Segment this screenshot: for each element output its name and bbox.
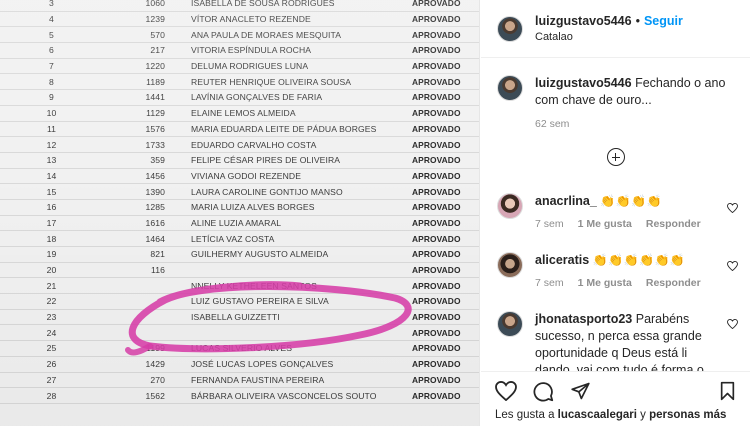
- commenter-avatar[interactable]: [497, 311, 523, 337]
- likes-others-link[interactable]: personas más: [649, 409, 726, 421]
- post-sidebar: luizgustavo5446 • Seguir Catalao luizgus…: [481, 0, 750, 426]
- caption-time[interactable]: 62 sem: [535, 118, 750, 130]
- load-more-comments-plus-icon[interactable]: [607, 148, 625, 166]
- comment-likes[interactable]: 1 Me gusta: [578, 277, 632, 289]
- heart-icon[interactable]: [727, 261, 738, 271]
- comment-username[interactable]: jhonatasporto23: [535, 312, 632, 326]
- comment-item: aliceratis 👏👏👏👏👏👏 7 sem 1 Me gusta Respo…: [497, 252, 742, 289]
- comments-panel: luizgustavo5446 Fechando o ano com chave…: [481, 59, 750, 371]
- comment-username[interactable]: anacrlina_: [535, 194, 597, 208]
- author-avatar[interactable]: [497, 15, 523, 42]
- like-heart-icon[interactable]: [495, 381, 517, 401]
- clapping-hands-emoji: 👏👏👏👏: [600, 194, 663, 208]
- reply-button[interactable]: Responder: [646, 277, 701, 289]
- caption-username[interactable]: luizgustavo5446: [535, 76, 632, 90]
- reply-button[interactable]: Responder: [646, 218, 701, 230]
- comment-likes[interactable]: 1 Me gusta: [578, 218, 632, 230]
- likes-prefix: Les gusta a: [495, 409, 555, 421]
- author-username[interactable]: luizgustavo5446: [535, 14, 632, 28]
- separator-dot: •: [635, 14, 640, 28]
- post-caption: luizgustavo5446 Fechando o ano com chave…: [481, 59, 750, 109]
- post-actions: Les gusta a lucascaalegari y personas má…: [481, 371, 750, 426]
- post-location[interactable]: Catalao: [535, 31, 683, 43]
- clapping-hands-emoji: 👏👏👏👏👏👏: [592, 253, 686, 267]
- comment-username[interactable]: aliceratis: [535, 253, 589, 267]
- caption-avatar[interactable]: [497, 75, 523, 101]
- likes-user-link[interactable]: lucascaalegari: [558, 409, 637, 421]
- heart-icon[interactable]: [727, 319, 738, 329]
- post-image[interactable]: 3 1060 Isabella de Sousa Rodrigues APROVADO…: [0, 0, 480, 426]
- save-bookmark-icon[interactable]: [719, 381, 736, 401]
- comment-time[interactable]: 7 sem: [535, 218, 564, 230]
- likes-middle: y: [640, 409, 646, 421]
- comment-time[interactable]: 7 sem: [535, 277, 564, 289]
- comment-item: anacrlina_ 👏👏👏👏 7 sem 1 Me gusta Respond…: [497, 193, 742, 230]
- share-paper-plane-icon[interactable]: [570, 381, 591, 401]
- post-header: luizgustavo5446 • Seguir Catalao: [481, 0, 750, 58]
- likes-summary: Les gusta a lucascaalegari y personas má…: [495, 409, 736, 421]
- commenter-avatar[interactable]: [497, 193, 523, 219]
- comment-item: jhonatasporto23 Parabéns sucesso, n perc…: [497, 311, 742, 371]
- follow-button[interactable]: Seguir: [644, 14, 683, 28]
- highlight-marker-circle: [125, 281, 412, 356]
- comment-bubble-icon[interactable]: [533, 381, 554, 402]
- heart-icon[interactable]: [727, 203, 738, 213]
- commenter-avatar[interactable]: [497, 252, 523, 278]
